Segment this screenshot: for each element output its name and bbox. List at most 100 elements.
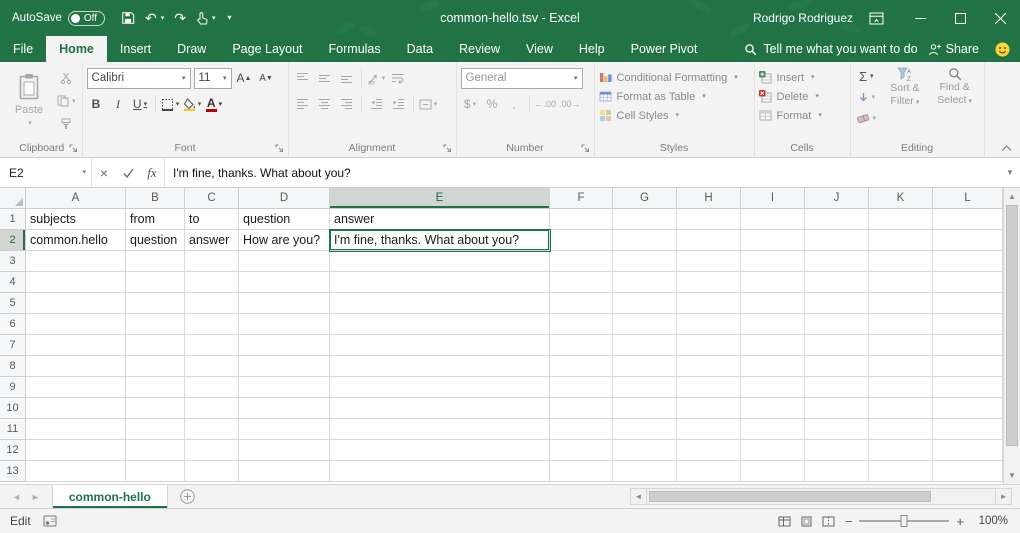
zoom-level[interactable]: 100% — [974, 515, 1008, 527]
cell-H6[interactable] — [677, 314, 741, 335]
cell-L1[interactable] — [933, 209, 1003, 230]
font-dialog-launcher[interactable] — [275, 144, 284, 153]
cell-H12[interactable] — [677, 440, 741, 461]
cell-L13[interactable] — [933, 461, 1003, 482]
cell-G8[interactable] — [613, 356, 677, 377]
cell-J8[interactable] — [805, 356, 869, 377]
cell-A11[interactable] — [26, 419, 126, 440]
row-header-2[interactable]: 2 — [0, 230, 26, 251]
clear-button[interactable]: ▾ — [855, 109, 879, 127]
cell-C3[interactable] — [185, 251, 239, 272]
collapse-ribbon-button[interactable] — [1001, 145, 1012, 152]
cell-K6[interactable] — [869, 314, 933, 335]
cell-I9[interactable] — [741, 377, 805, 398]
cell-F6[interactable] — [550, 314, 613, 335]
cell-D12[interactable] — [239, 440, 330, 461]
cell-B6[interactable] — [126, 314, 185, 335]
row-header-5[interactable]: 5 — [0, 293, 26, 314]
ribbon-tab-formulas[interactable]: Formulas — [316, 36, 394, 62]
user-name[interactable]: Rodrigo Rodriguez — [753, 11, 853, 25]
cell-J3[interactable] — [805, 251, 869, 272]
horizontal-scrollbar[interactable]: ◄ ► — [630, 485, 1020, 508]
cell-H7[interactable] — [677, 335, 741, 356]
cell-E12[interactable] — [330, 440, 550, 461]
cell-E8[interactable] — [330, 356, 550, 377]
cell-K4[interactable] — [869, 272, 933, 293]
column-header-C[interactable]: C — [185, 188, 239, 209]
cell-I5[interactable] — [741, 293, 805, 314]
cell-A12[interactable] — [26, 440, 126, 461]
comma-style-button[interactable]: , — [505, 94, 524, 114]
cell-G3[interactable] — [613, 251, 677, 272]
cell-C11[interactable] — [185, 419, 239, 440]
cell-H3[interactable] — [677, 251, 741, 272]
cell-A4[interactable] — [26, 272, 126, 293]
number-format-combo[interactable]: General▾ — [461, 68, 583, 89]
vertical-scroll-thumb[interactable] — [1006, 205, 1018, 446]
vertical-scrollbar[interactable]: ▲ ▼ — [1003, 188, 1020, 484]
cell-I11[interactable] — [741, 419, 805, 440]
cell-L12[interactable] — [933, 440, 1003, 461]
orientation-button[interactable]: ab▾ — [367, 68, 386, 88]
align-top-button[interactable] — [293, 68, 312, 88]
cell-K1[interactable] — [869, 209, 933, 230]
row-header-3[interactable]: 3 — [0, 251, 26, 272]
share-button[interactable]: Share — [928, 42, 979, 56]
redo-button[interactable]: ↷ — [174, 11, 186, 25]
borders-button[interactable]: ▾ — [161, 94, 180, 114]
cell-B9[interactable] — [126, 377, 185, 398]
cell-G11[interactable] — [613, 419, 677, 440]
cell-H10[interactable] — [677, 398, 741, 419]
cell-G1[interactable] — [613, 209, 677, 230]
column-header-B[interactable]: B — [126, 188, 185, 209]
cell-F3[interactable] — [550, 251, 613, 272]
scroll-right-arrow[interactable]: ► — [995, 488, 1012, 505]
horizontal-scroll-thumb[interactable] — [649, 491, 931, 502]
row-header-12[interactable]: 12 — [0, 440, 26, 461]
increase-font-size-button[interactable]: A▲ — [235, 68, 254, 88]
insert-cells-button[interactable]: Insert▾ — [759, 68, 822, 87]
cell-L3[interactable] — [933, 251, 1003, 272]
cell-J9[interactable] — [805, 377, 869, 398]
ribbon-tab-insert[interactable]: Insert — [107, 36, 164, 62]
align-center-button[interactable] — [315, 94, 334, 114]
cell-G13[interactable] — [613, 461, 677, 482]
cell-D7[interactable] — [239, 335, 330, 356]
column-header-I[interactable]: I — [741, 188, 805, 209]
cell-E5[interactable] — [330, 293, 550, 314]
align-bottom-button[interactable] — [337, 68, 356, 88]
delete-cells-button[interactable]: Delete▾ — [759, 87, 822, 106]
cell-I13[interactable] — [741, 461, 805, 482]
cell-I3[interactable] — [741, 251, 805, 272]
name-box[interactable]: E2 ▾ — [0, 158, 92, 187]
cell-H5[interactable] — [677, 293, 741, 314]
cell-H9[interactable] — [677, 377, 741, 398]
cell-G7[interactable] — [613, 335, 677, 356]
insert-function-button[interactable]: fx — [140, 158, 164, 187]
touch-mode-button[interactable]: ▾ — [196, 12, 216, 25]
cell-C13[interactable] — [185, 461, 239, 482]
cell-D9[interactable] — [239, 377, 330, 398]
merge-center-button[interactable]: ▾ — [419, 94, 438, 114]
cell-E4[interactable] — [330, 272, 550, 293]
cell-F2[interactable] — [550, 230, 613, 251]
bold-button[interactable]: B — [87, 94, 106, 114]
cell-K2[interactable] — [869, 230, 933, 251]
cell-D1[interactable]: question — [239, 209, 330, 230]
cell-B4[interactable] — [126, 272, 185, 293]
cell-C1[interactable]: to — [185, 209, 239, 230]
cell-D4[interactable] — [239, 272, 330, 293]
cell-G10[interactable] — [613, 398, 677, 419]
column-header-G[interactable]: G — [613, 188, 677, 209]
cell-C9[interactable] — [185, 377, 239, 398]
cell-C2[interactable]: answer — [185, 230, 239, 251]
customize-qat-button[interactable]: ▾ — [226, 14, 232, 22]
wrap-text-button[interactable] — [389, 68, 408, 88]
cell-K11[interactable] — [869, 419, 933, 440]
column-header-F[interactable]: F — [550, 188, 613, 209]
cell-A13[interactable] — [26, 461, 126, 482]
ribbon-tab-help[interactable]: Help — [566, 36, 618, 62]
autosum-button[interactable]: Σ▾ — [855, 67, 879, 85]
cell-L10[interactable] — [933, 398, 1003, 419]
cell-D11[interactable] — [239, 419, 330, 440]
